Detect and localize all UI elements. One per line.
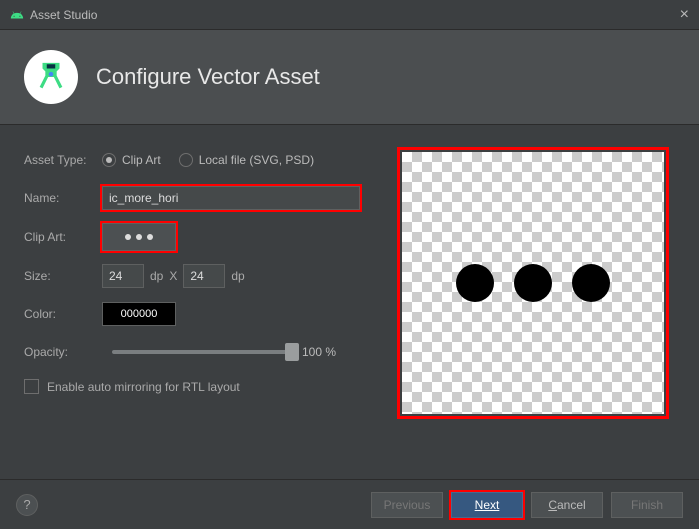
radio-clip-art-label: Clip Art	[122, 153, 161, 167]
asset-type-radio-group: Clip Art Local file (SVG, PSD)	[102, 153, 314, 167]
color-picker-button[interactable]: 000000	[102, 302, 176, 326]
name-input[interactable]	[102, 186, 360, 210]
android-studio-icon	[24, 50, 78, 104]
header-panel: Configure Vector Asset	[0, 30, 699, 125]
next-button-label: Next	[475, 498, 500, 512]
android-icon	[10, 8, 24, 22]
close-icon[interactable]: ×	[680, 6, 689, 24]
preview-panel	[397, 147, 669, 419]
body-area: Asset Type: Clip Art Local file (SVG, PS…	[0, 125, 699, 429]
radio-clip-art[interactable]: Clip Art	[102, 153, 161, 167]
asset-type-row: Asset Type: Clip Art Local file (SVG, PS…	[24, 147, 377, 173]
opacity-slider[interactable]	[112, 350, 292, 354]
size-width-input[interactable]	[102, 264, 144, 288]
radio-dot-icon	[179, 153, 193, 167]
clip-art-picker-button[interactable]	[102, 223, 176, 251]
checkbox-icon	[24, 379, 39, 394]
footer-bar: ? Previous Next Cancel Finish	[0, 479, 699, 529]
clip-art-label: Clip Art:	[24, 230, 102, 244]
previous-button: Previous	[371, 492, 443, 518]
size-height-input[interactable]	[183, 264, 225, 288]
size-label: Size:	[24, 269, 102, 283]
finish-button-label: Finish	[631, 498, 663, 512]
window-title: Asset Studio	[30, 8, 680, 22]
asset-type-label: Asset Type:	[24, 153, 102, 167]
radio-dot-icon	[102, 153, 116, 167]
cancel-button-label: Cancel	[548, 498, 585, 512]
finish-button: Finish	[611, 492, 683, 518]
radio-local-file-label: Local file (SVG, PSD)	[199, 153, 314, 167]
form-column: Asset Type: Clip Art Local file (SVG, PS…	[24, 147, 377, 419]
slider-fill	[112, 350, 292, 354]
page-title: Configure Vector Asset	[96, 64, 320, 90]
size-unit-1: dp	[150, 269, 163, 283]
more-horiz-icon	[124, 233, 154, 241]
size-separator: X	[169, 269, 177, 283]
clip-art-row: Clip Art:	[24, 223, 377, 251]
titlebar: Asset Studio ×	[0, 0, 699, 30]
radio-local-file[interactable]: Local file (SVG, PSD)	[179, 153, 314, 167]
help-button[interactable]: ?	[16, 494, 38, 516]
preview-checker-background	[402, 152, 664, 414]
previous-button-label: Previous	[384, 498, 431, 512]
preview-column	[397, 147, 675, 419]
next-button[interactable]: Next	[451, 492, 523, 518]
cancel-button[interactable]: Cancel	[531, 492, 603, 518]
rtl-checkbox-row[interactable]: Enable auto mirroring for RTL layout	[24, 379, 377, 394]
opacity-row: Opacity: 100 %	[24, 339, 377, 365]
opacity-label: Opacity:	[24, 345, 102, 359]
size-unit-2: dp	[231, 269, 244, 283]
slider-thumb[interactable]	[285, 343, 299, 361]
size-row: Size: dp X dp	[24, 263, 377, 289]
name-label: Name:	[24, 191, 102, 205]
opacity-value-text: 100 %	[302, 345, 336, 359]
name-row: Name:	[24, 185, 377, 211]
color-value-text: 000000	[121, 308, 158, 320]
rtl-checkbox-label: Enable auto mirroring for RTL layout	[47, 380, 240, 394]
more-horiz-preview-icon	[456, 264, 610, 302]
color-row: Color: 000000	[24, 301, 377, 327]
color-label: Color:	[24, 307, 102, 321]
